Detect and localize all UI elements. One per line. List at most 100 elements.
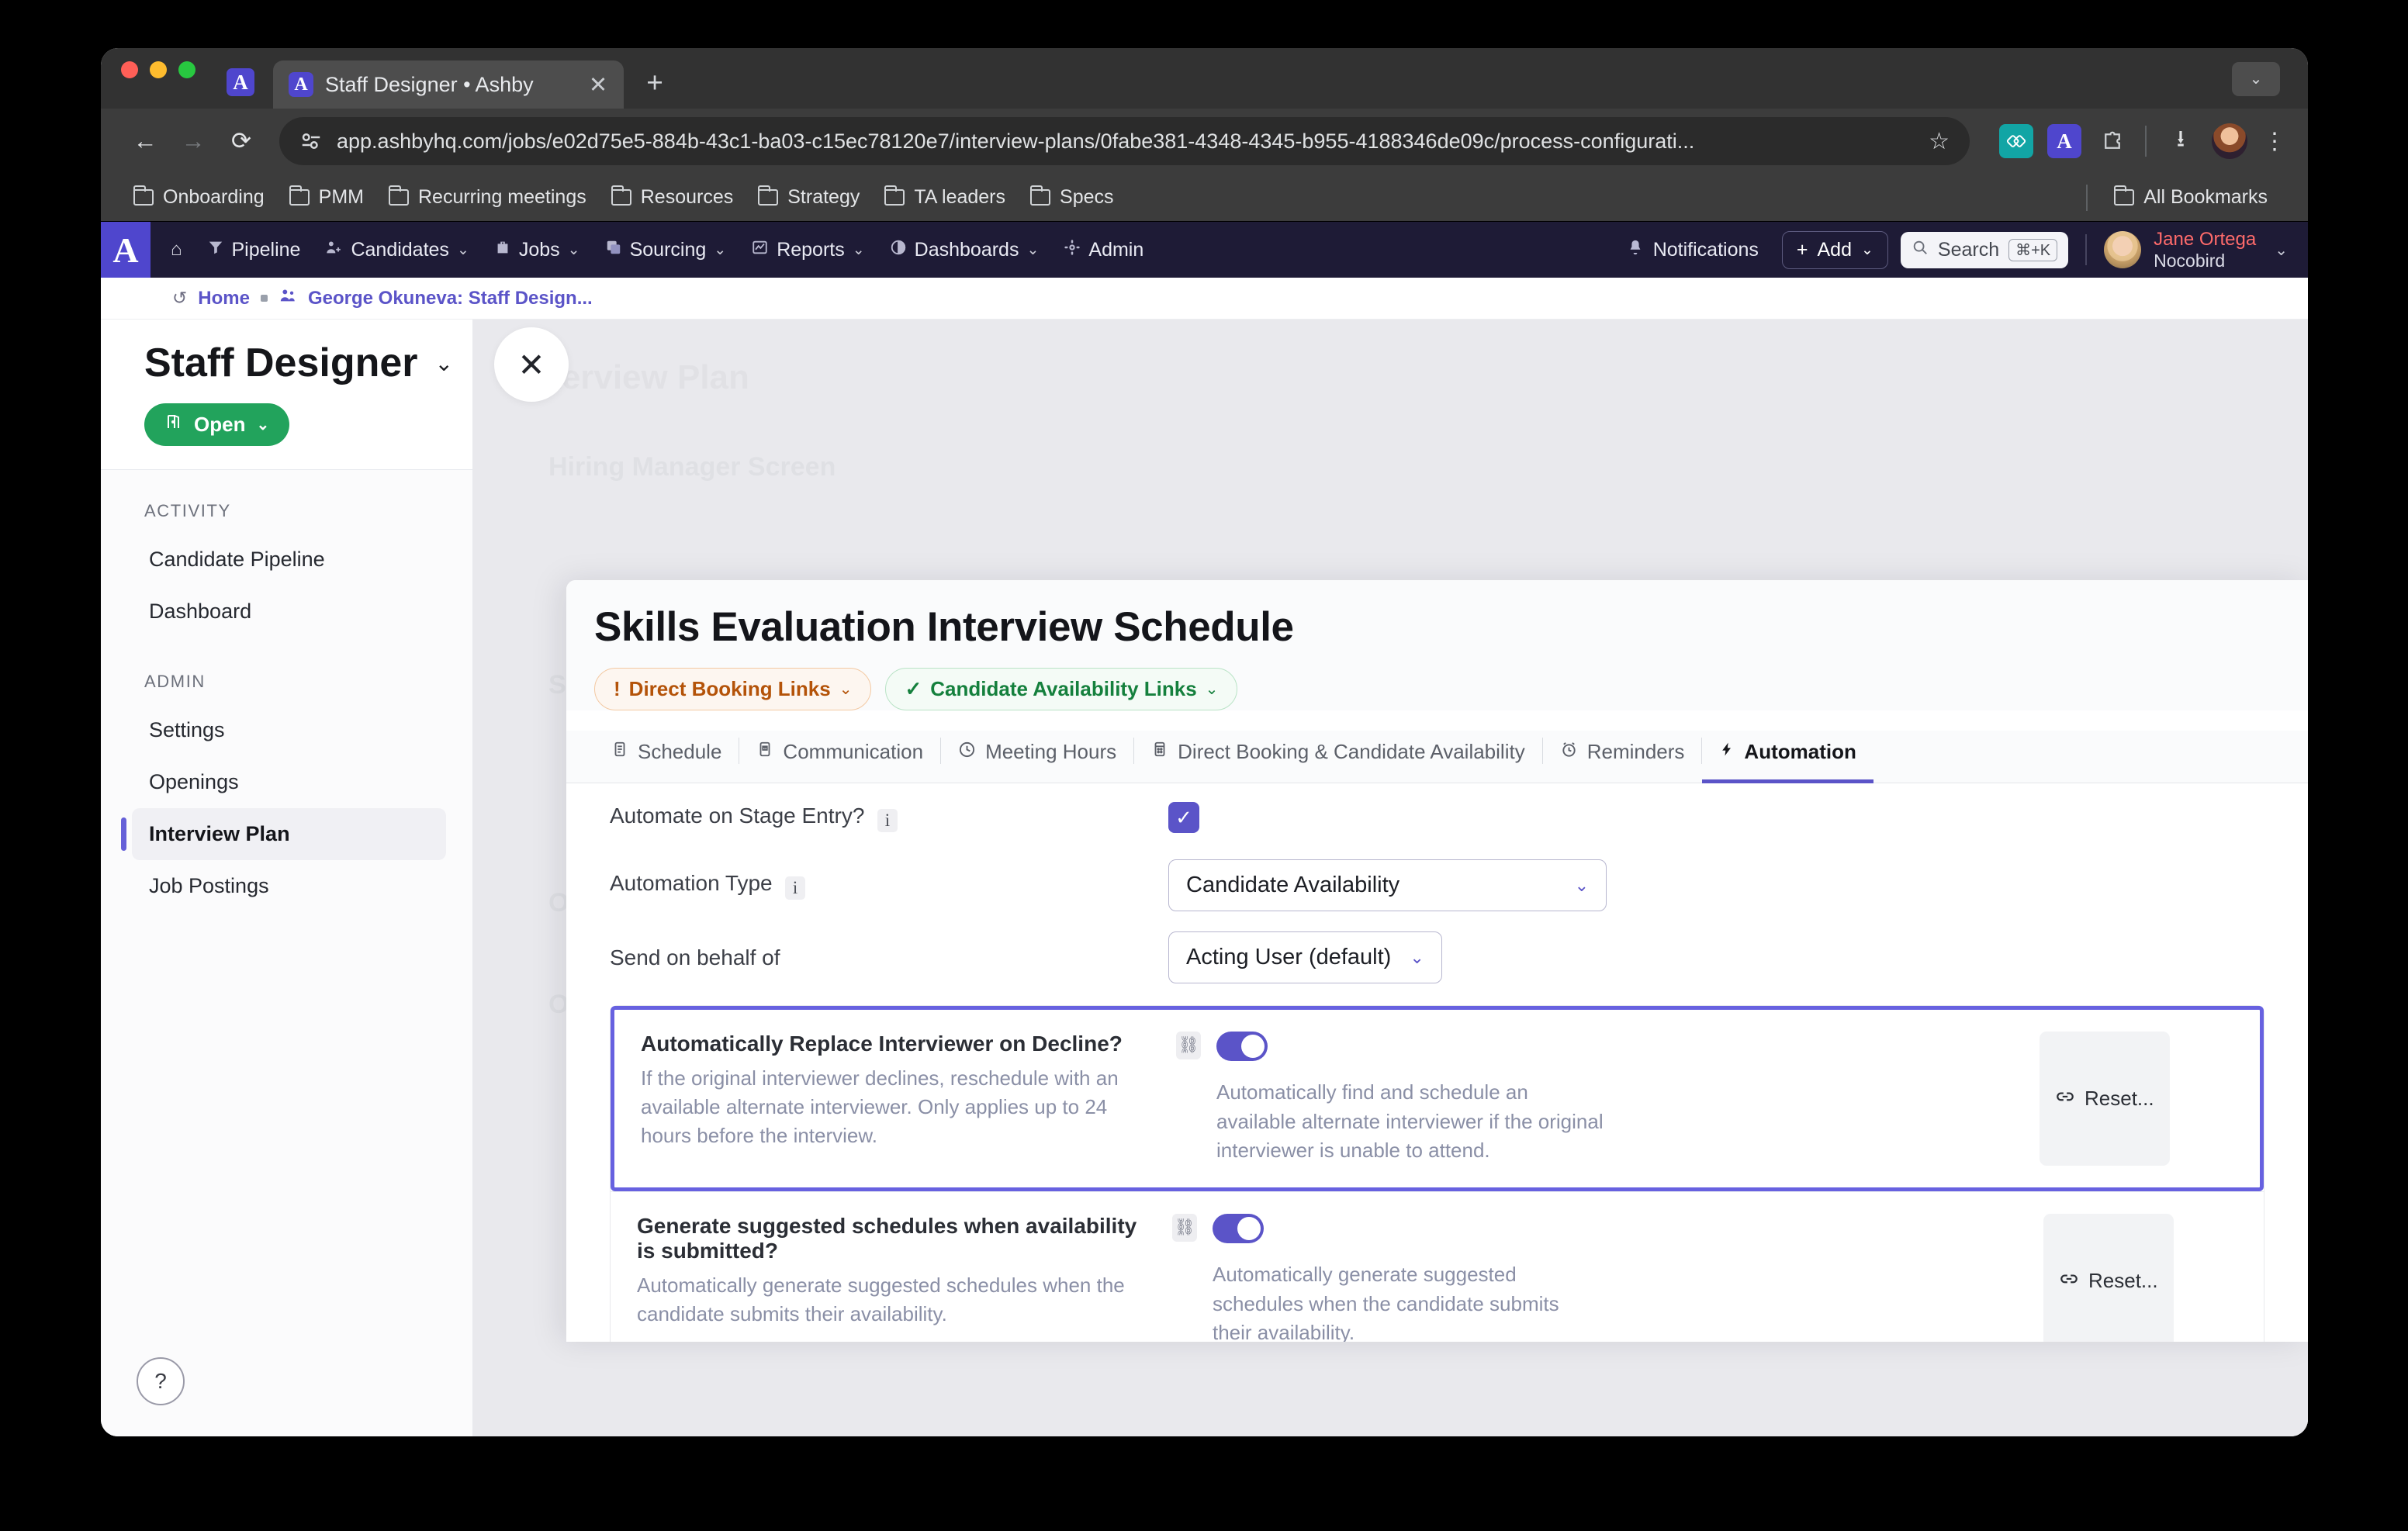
nav-home[interactable]: ⌂ (150, 222, 195, 278)
maximize-window-button[interactable] (178, 61, 195, 78)
tab-label: Reminders (1586, 740, 1685, 763)
chevron-down-icon: ⌄ (256, 416, 270, 434)
chevron-down-icon[interactable]: ⌄ (435, 351, 453, 376)
automation-row-generate-schedules: Generate suggested schedules when availa… (611, 1191, 2264, 1342)
browser-window: A A Staff Designer • Ashby ✕ + ⌄ ← → ⟳ a… (101, 48, 2308, 1436)
reset-button[interactable]: Reset... (2040, 1032, 2170, 1166)
all-bookmarks-button[interactable]: All Bookmarks (2102, 185, 2288, 209)
close-window-button[interactable] (121, 61, 138, 78)
nav-dashboards[interactable]: Dashboards ⌄ (877, 222, 1052, 278)
tab-direct-booking-and-candidate-availability[interactable]: Direct Booking & Candidate Availability (1134, 731, 1542, 783)
notifications-button[interactable]: Notifications (1627, 238, 1768, 262)
address-bar[interactable]: app.ashbyhq.com/jobs/e02d75e5-884b-43c1-… (279, 117, 1970, 165)
info-icon[interactable]: i (785, 876, 806, 900)
history-icon[interactable]: ↺ (172, 288, 187, 309)
chevron-down-icon: ⌄ (852, 241, 865, 258)
bookmark-item[interactable]: PMM (277, 185, 376, 209)
forward-button[interactable]: → (169, 117, 217, 165)
automate-on-stage-entry-checkbox[interactable]: ✓ (1168, 802, 1199, 833)
tab-list-chevron-down-icon[interactable]: ⌄ (2232, 62, 2280, 96)
bookmark-item[interactable]: TA leaders (872, 185, 1018, 209)
modal-close-button[interactable]: ✕ (494, 327, 569, 402)
row-title: Automatically Replace Interviewer on Dec… (641, 1032, 1123, 1056)
automation-type-select[interactable]: Candidate Availability ⌄ (1168, 859, 1607, 911)
help-button[interactable]: ? (137, 1357, 185, 1405)
tab-reminders[interactable]: Reminders (1543, 731, 1702, 783)
sidebar-item-dashboard[interactable]: Dashboard (132, 586, 446, 638)
search-shortcut-kbd: ⌘+K (2008, 238, 2058, 261)
breadcrumb-current[interactable]: George Okuneva: Staff Design... (308, 288, 593, 309)
tab-label: Schedule (638, 740, 722, 763)
sourcing-icon (605, 239, 622, 261)
tab-schedule[interactable]: Schedule (594, 731, 739, 783)
sidebar-item-interview-plan[interactable]: Interview Plan (121, 808, 446, 860)
ashby-logo[interactable]: A (101, 222, 150, 278)
reset-button[interactable]: Reset... (2043, 1214, 2174, 1342)
bookmark-item[interactable]: Strategy (746, 185, 872, 209)
nav-reports[interactable]: Reports ⌄ (739, 222, 877, 278)
tab-communication[interactable]: Communication (739, 731, 940, 783)
bookmark-item[interactable]: Specs (1018, 185, 1126, 209)
tab-label: Automation (1744, 740, 1856, 763)
sidebar-item-candidate-pipeline[interactable]: Candidate Pipeline (132, 534, 446, 586)
browser-toolbar: ← → ⟳ app.ashbyhq.com/jobs/e02d75e5-884b… (101, 109, 2308, 174)
field-automate-on-stage-entry: Automate on Stage Entry? i ✓ (610, 802, 2264, 833)
row-action-column: Reset... (2040, 1032, 2233, 1166)
site-settings-icon[interactable] (299, 130, 323, 153)
pill-direct-booking-links[interactable]: ! Direct Booking Links ⌄ (594, 668, 872, 710)
nav-pipeline[interactable]: Pipeline (195, 222, 313, 278)
tab-label: Communication (783, 740, 924, 763)
new-tab-button[interactable]: + (638, 67, 672, 99)
interview-schedule-modal: Skills Evaluation Interview Schedule ! D… (566, 580, 2308, 1342)
bookmark-item[interactable]: Onboarding (121, 185, 277, 209)
link-icon[interactable]: ⛓ (1172, 1214, 1197, 1242)
replace-interviewer-toggle[interactable] (1216, 1032, 1268, 1061)
row-title: Generate suggested schedules when availa… (637, 1214, 1137, 1263)
tab-automation[interactable]: Automation (1702, 731, 1873, 783)
row-control-stack: Automatically find and schedule an avail… (1216, 1032, 1604, 1166)
extension-icon-teal[interactable] (1999, 124, 2033, 158)
bookmark-star-icon[interactable]: ☆ (1929, 128, 1950, 155)
link-icon[interactable]: ⛓ (1176, 1032, 1201, 1059)
nav-jobs[interactable]: Jobs ⌄ (482, 222, 593, 278)
calendar-icon (1151, 740, 1168, 764)
reload-button[interactable]: ⟳ (217, 117, 265, 165)
bookmark-item[interactable]: Recurring meetings (376, 185, 599, 209)
bookmark-item[interactable]: Resources (599, 185, 746, 209)
send-on-behalf-of-select[interactable]: Acting User (default) ⌄ (1168, 931, 1442, 983)
browser-menu-icon[interactable]: ⋮ (2261, 128, 2288, 155)
tab-meeting-hours[interactable]: Meeting Hours (941, 731, 1133, 783)
nav-sourcing[interactable]: Sourcing ⌄ (593, 222, 739, 278)
user-menu[interactable]: Jane Ortega Nocobird ⌄ (2104, 229, 2308, 271)
browser-profile-avatar[interactable] (2212, 123, 2247, 159)
minimize-window-button[interactable] (150, 61, 167, 78)
home-icon: ⌂ (171, 239, 182, 260)
search-button[interactable]: Search ⌘+K (1900, 231, 2069, 268)
downloads-icon[interactable]: ⭳ (2162, 122, 2199, 161)
browser-tab[interactable]: A Staff Designer • Ashby ✕ (273, 60, 624, 109)
extensions-puzzle-icon[interactable] (2095, 124, 2129, 158)
chevron-down-icon: ⌄ (567, 241, 580, 258)
breadcrumb-separator (260, 295, 268, 302)
generate-schedules-toggle[interactable] (1213, 1214, 1264, 1244)
nav-admin[interactable]: Admin (1051, 222, 1156, 278)
field-label-wrap: Automate on Stage Entry? i (610, 804, 1168, 832)
sidebar-item-openings[interactable]: Openings (132, 756, 446, 808)
job-status-badge[interactable]: Open ⌄ (144, 403, 290, 446)
jobs-briefcase-icon (494, 239, 511, 261)
row-control-description: Automatically find and schedule an avail… (1216, 1080, 1604, 1163)
chevron-down-icon: ⌄ (1205, 681, 1219, 698)
breadcrumb-home[interactable]: Home (198, 288, 250, 309)
job-sidebar: Staff Designer ⌄ Open ⌄ ACTIVITY Candida… (101, 320, 473, 1436)
add-button[interactable]: + Add ⌄ (1781, 230, 1888, 269)
sidebar-item-settings[interactable]: Settings (132, 704, 446, 756)
browser-tab-strip: A A Staff Designer • Ashby ✕ + ⌄ (101, 48, 2308, 109)
info-icon[interactable]: i (877, 808, 898, 832)
sidebar-item-job-postings[interactable]: Job Postings (132, 860, 446, 912)
search-label: Search (1937, 238, 2000, 261)
tab-close-icon[interactable]: ✕ (585, 71, 611, 98)
pill-candidate-availability-links[interactable]: ✓ Candidate Availability Links ⌄ (885, 668, 1238, 710)
back-button[interactable]: ← (121, 117, 169, 165)
extension-icon-ashby[interactable]: A (2047, 124, 2081, 158)
nav-candidates[interactable]: Candidates ⌄ (313, 222, 481, 278)
